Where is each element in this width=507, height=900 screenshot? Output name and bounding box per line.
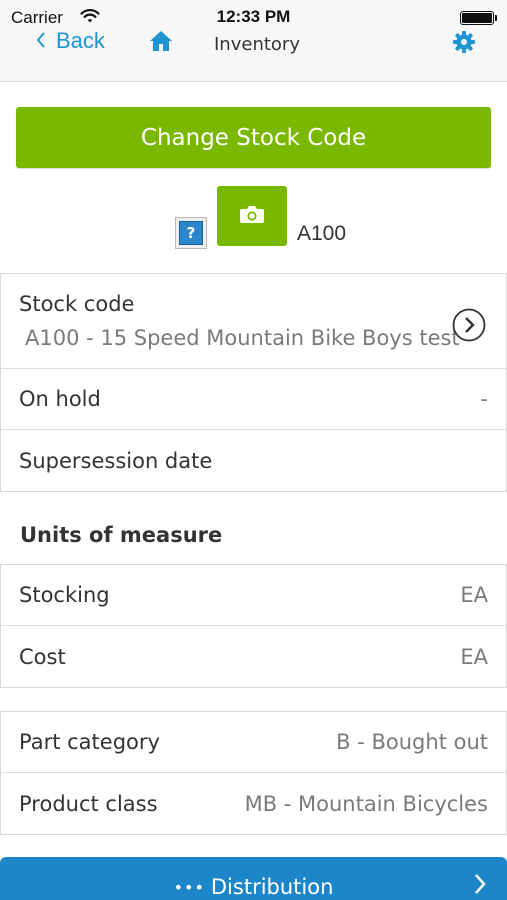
app-header: Carrier 12:33 PM Back Inventory [0, 0, 507, 82]
gear-icon[interactable] [452, 30, 476, 58]
on-hold-value: - [480, 387, 488, 411]
cost-label: Cost [19, 644, 66, 669]
chevron-right-icon [473, 873, 487, 899]
home-icon[interactable] [149, 30, 173, 56]
stocking-value: EA [460, 583, 488, 607]
product-class-label: Product class [19, 791, 158, 816]
product-class-row: Product class MB - Mountain Bicycles [1, 773, 506, 834]
details-group: Stock code A100 - 15 Speed Mountain Bike… [0, 273, 507, 492]
cost-row: Cost EA [1, 626, 506, 687]
more-dots-icon: ••• [173, 878, 205, 897]
supersession-date-row: Supersession date [1, 430, 506, 491]
cost-value: EA [460, 644, 488, 669]
nav-bar: Back Inventory [0, 26, 507, 60]
supersession-date-label: Supersession date [19, 448, 213, 473]
chevron-right-circle-icon[interactable] [452, 308, 486, 346]
stock-image-placeholder[interactable]: ? [175, 217, 207, 249]
change-stock-code-button[interactable]: Change Stock Code [16, 107, 491, 168]
stock-code-label: Stock code [19, 292, 135, 316]
back-label: Back [56, 28, 105, 53]
page-title: Inventory [214, 34, 300, 55]
stock-code-caption: A100 [297, 222, 347, 245]
distribution-button[interactable]: ••• Distribution [0, 857, 507, 900]
part-category-label: Part category [19, 730, 160, 754]
chevron-left-icon [36, 28, 46, 54]
stocking-row: Stocking EA [1, 565, 506, 626]
part-category-value: B - Bought out [336, 730, 488, 754]
stock-code-row[interactable]: Stock code A100 - 15 Speed Mountain Bike… [1, 274, 506, 369]
units-group: Stocking EA Cost EA [0, 564, 507, 688]
units-of-measure-heading: Units of measure [20, 523, 223, 547]
stocking-label: Stocking [19, 583, 110, 607]
distribution-label: Distribution [210, 875, 334, 899]
on-hold-label: On hold [19, 387, 101, 411]
camera-button[interactable] [217, 186, 287, 246]
part-category-row: Part category B - Bought out [1, 712, 506, 773]
on-hold-row: On hold - [1, 369, 506, 430]
status-time: 12:33 PM [216, 7, 291, 26]
camera-icon [239, 204, 265, 228]
classification-group: Part category B - Bought out Product cla… [0, 711, 507, 835]
battery-icon [460, 11, 497, 25]
stock-code-value: A100 - 15 Speed Mountain Bike Boys test [25, 326, 460, 350]
back-button[interactable]: Back [36, 28, 105, 54]
question-icon: ? [179, 221, 203, 245]
product-class-value: MB - Mountain Bicycles [244, 791, 488, 816]
